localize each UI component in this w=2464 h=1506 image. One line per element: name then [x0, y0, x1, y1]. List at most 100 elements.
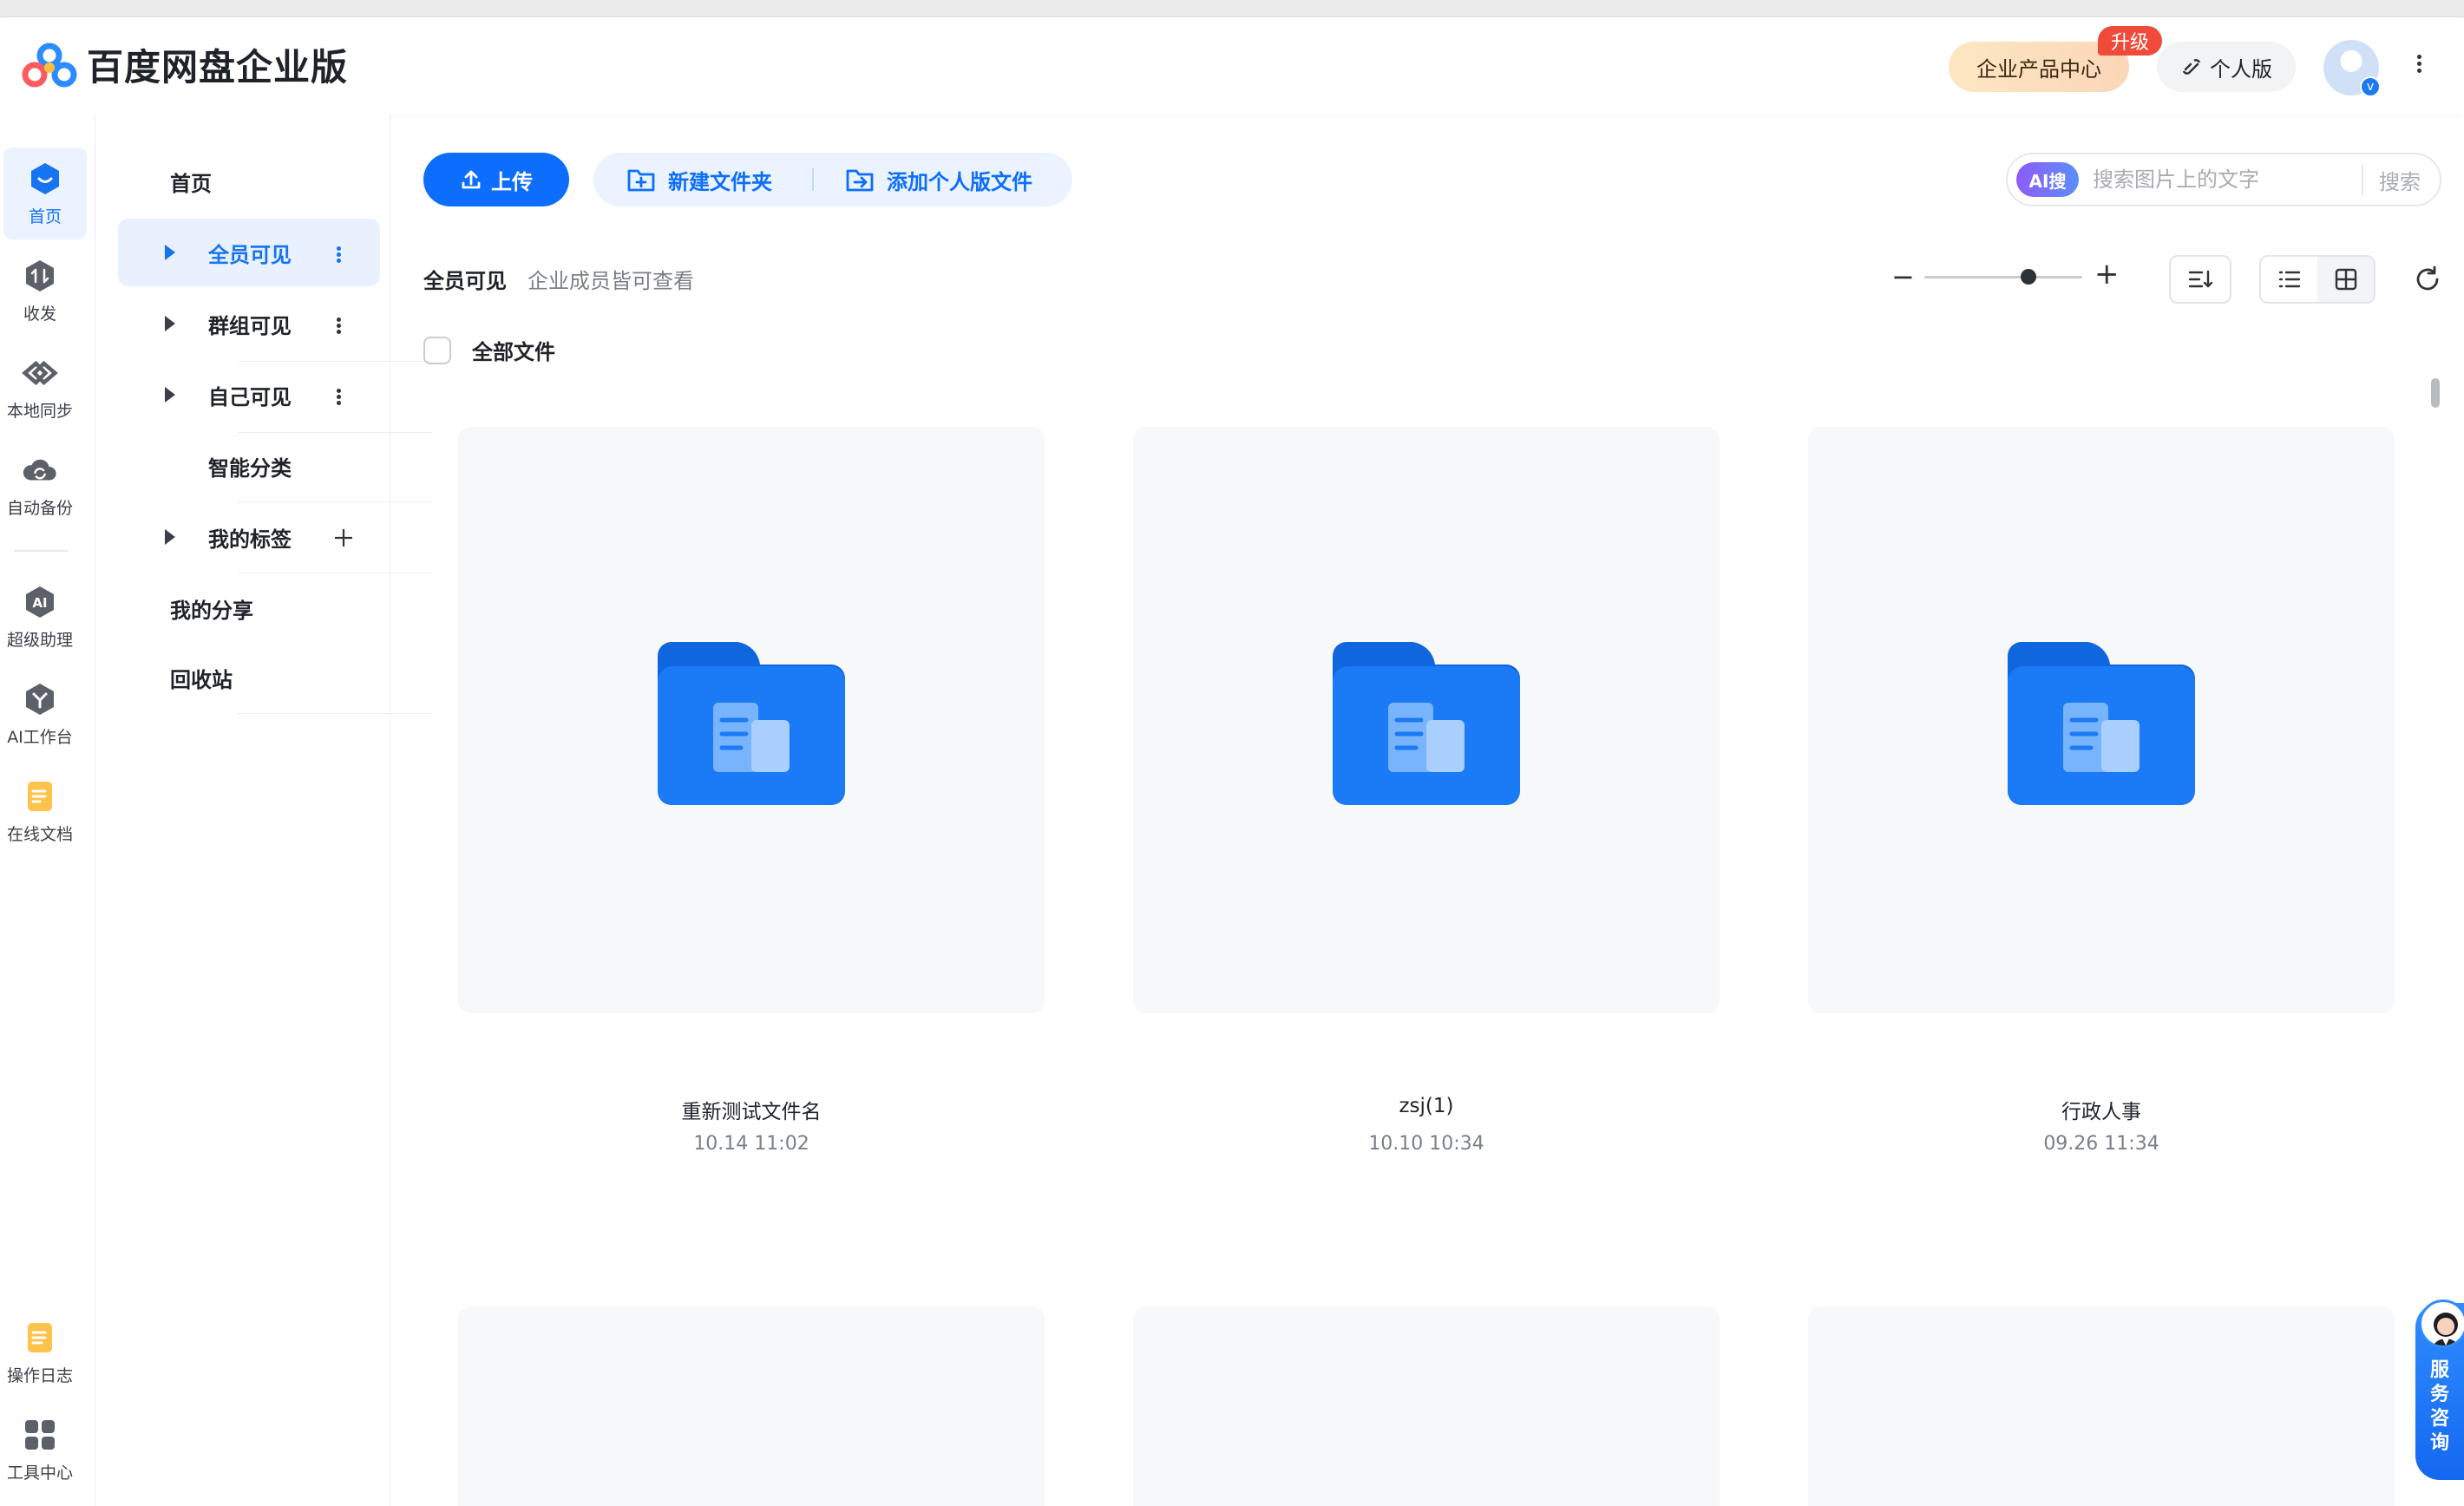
tree-label: 智能分类 — [208, 455, 292, 481]
rail-item-tools[interactable]: 工具中心 — [0, 1404, 80, 1496]
tree-label: 我的标签 — [208, 527, 292, 552]
rail-item-ai-workbench[interactable]: AI工作台 — [0, 668, 80, 760]
sync-icon — [22, 355, 58, 391]
add-personal-files-button[interactable]: 添加个人版文件 — [845, 153, 1032, 206]
new-folder-button[interactable]: 新建文件夹 — [626, 153, 772, 206]
folder-name[interactable]: 行政人事 — [1808, 1095, 2395, 1124]
cloud-backup-icon — [22, 452, 58, 488]
rail-item-sync[interactable]: 本地同步 — [0, 342, 80, 434]
tree-label: 全员可见 — [208, 242, 292, 267]
tree-item-self-visible[interactable]: 自己可见 — [118, 361, 380, 429]
search-button[interactable]: 搜索 — [2362, 165, 2421, 195]
rail-label: 在线文档 — [6, 824, 73, 844]
rail-label: 工具中心 — [6, 1463, 73, 1483]
folder-name[interactable]: 重新测试文件名 — [458, 1095, 1045, 1124]
left-rail: 首页 收发 本地同步 自动备份 AI 超级助理 AI工作台 在线文档 操作日志 … — [0, 115, 95, 1506]
tree-item-smart-category[interactable]: 智能分类 — [118, 432, 380, 500]
tree-item-recycle-bin[interactable]: 回收站 — [118, 644, 380, 711]
rail-item-home[interactable]: 首页 — [3, 147, 87, 239]
sort-button[interactable] — [2169, 255, 2231, 304]
enterprise-center-label: 企业产品中心 — [1976, 56, 2101, 82]
rail-item-transfer[interactable]: 收发 — [0, 245, 80, 337]
tree-item-group-visible[interactable]: 群组可见 — [118, 290, 380, 357]
transfer-icon — [22, 258, 58, 294]
rail-label: 本地同步 — [6, 401, 73, 421]
zoom-in-button[interactable]: + — [2094, 257, 2120, 291]
add-personal-files-icon — [846, 169, 874, 192]
rail-item-backup[interactable]: 自动备份 — [0, 439, 80, 531]
folder-card[interactable] — [1133, 427, 1720, 1013]
tree-divider — [238, 501, 432, 502]
service-consult-label: 服 务 咨 询 — [2429, 1359, 2449, 1454]
page-title: 全员可见 — [423, 269, 507, 293]
svg-text:AI: AI — [32, 595, 47, 611]
home-icon — [27, 160, 63, 197]
folder-card-placeholder[interactable] — [458, 1306, 1045, 1506]
new-folder-icon — [627, 169, 655, 192]
folder-date: 09.26 11:34 — [2043, 1133, 2159, 1155]
tree-label: 群组可见 — [208, 313, 292, 338]
scrollbar-thumb[interactable] — [2431, 378, 2440, 408]
rail-item-online-doc[interactable]: 在线文档 — [0, 765, 80, 857]
folder-card-placeholder[interactable] — [1808, 1306, 2395, 1506]
list-view-button[interactable] — [2261, 257, 2317, 302]
zoom-out-button[interactable]: − — [1891, 260, 1915, 293]
more-options-icon[interactable] — [337, 316, 342, 336]
list-view-icon — [2278, 271, 2300, 288]
new-folder-label: 新建文件夹 — [668, 169, 772, 194]
more-menu-icon[interactable] — [2414, 52, 2424, 83]
tree-label: 我的分享 — [170, 598, 253, 623]
agent-avatar — [2419, 1300, 2464, 1348]
folder-date: 10.10 10:34 — [1368, 1133, 1484, 1155]
tree-item-my-tags[interactable]: 我的标签 — [118, 503, 380, 571]
folder-tree: 首页 全员可见 群组可见 自己可见 智能分类 我的标签 我的分享 回收站 — [95, 115, 432, 1506]
folder-card-placeholder[interactable] — [1133, 1306, 1720, 1506]
tree-item-all-visible[interactable]: 全员可见 — [118, 219, 380, 286]
rail-item-ai-assistant[interactable]: AI 超级助理 — [0, 571, 80, 663]
rail-item-log[interactable]: 操作日志 — [0, 1306, 80, 1398]
rail-label: 收发 — [23, 304, 56, 324]
app-title: 百度网盘企业版 — [87, 46, 349, 88]
rail-label: 操作日志 — [6, 1365, 73, 1385]
folder-icon — [658, 642, 845, 805]
ai-search-badge[interactable]: AI搜 — [2016, 162, 2079, 197]
folder-card[interactable] — [1808, 427, 2395, 1013]
upload-label: 上传 — [491, 169, 533, 194]
log-icon — [22, 1319, 58, 1356]
window-top-strip — [0, 0, 2464, 17]
folder-icon — [1333, 642, 1520, 805]
grid-view-button[interactable] — [2317, 257, 2374, 302]
tree-label: 回收站 — [170, 667, 233, 692]
refresh-icon[interactable] — [2412, 264, 2443, 295]
tree-item-my-share[interactable]: 我的分享 — [118, 574, 380, 642]
select-all-checkbox[interactable] — [423, 337, 451, 364]
folder-name[interactable]: zsj(1) — [1133, 1095, 1720, 1117]
expand-arrow-icon[interactable] — [165, 529, 175, 545]
online-doc-icon — [22, 778, 58, 815]
ai-assistant-icon: AI — [22, 584, 58, 620]
switch-icon — [2182, 59, 2201, 75]
more-options-icon[interactable] — [337, 387, 342, 407]
verified-badge: v — [2360, 76, 2381, 97]
expand-arrow-icon[interactable] — [165, 387, 175, 403]
tree-item-home[interactable]: 首页 — [118, 147, 380, 215]
zoom-slider[interactable] — [1924, 276, 2082, 278]
action-divider — [812, 168, 814, 191]
expand-arrow-icon[interactable] — [165, 316, 175, 331]
personal-edition-button[interactable]: 个人版 — [2157, 42, 2296, 92]
folder-icon — [2008, 642, 2195, 805]
rail-label: 首页 — [28, 206, 62, 226]
upload-button[interactable]: 上传 — [423, 153, 569, 206]
tree-label: 首页 — [170, 171, 212, 196]
tree-label: 自己可见 — [208, 384, 292, 409]
folder-card[interactable] — [458, 427, 1045, 1013]
zoom-slider-handle[interactable] — [2021, 269, 2037, 285]
more-options-icon[interactable] — [337, 245, 342, 265]
action-bar: 新建文件夹 添加个人版文件 — [593, 153, 1072, 206]
add-tag-icon[interactable] — [333, 527, 354, 548]
service-consult-button[interactable]: 服 务 咨 询 — [2415, 1300, 2464, 1480]
search-input[interactable] — [2093, 167, 2353, 192]
expand-arrow-icon[interactable] — [165, 245, 175, 260]
select-all-label: 全部文件 — [472, 340, 555, 364]
upgrade-badge[interactable]: 升级 — [2098, 26, 2162, 56]
